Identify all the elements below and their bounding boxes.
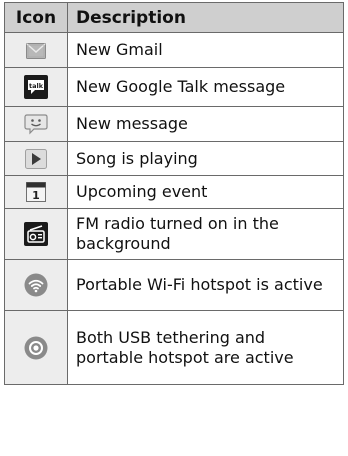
status-icons-table: Icon Description New Gmail talk New Goog… xyxy=(4,2,344,385)
usb-tether-icon xyxy=(24,336,48,360)
talk-icon-label: talk xyxy=(29,82,44,90)
table-row: New Gmail xyxy=(4,32,344,68)
calendar-icon-day: 1 xyxy=(32,189,40,202)
talk-bubble-icon: talk xyxy=(24,75,48,99)
table-row: Song is playing xyxy=(4,141,344,176)
row-description: Portable Wi-Fi hotspot is active xyxy=(67,259,344,311)
gmail-envelope-icon xyxy=(26,43,46,59)
play-icon xyxy=(25,148,47,169)
table-row: Portable Wi-Fi hotspot is active xyxy=(4,259,344,311)
row-description: New Google Talk message xyxy=(67,67,344,107)
radio-icon xyxy=(24,222,48,246)
table-row: Both USB tethering and portable hotspot … xyxy=(4,310,344,385)
row-description: FM radio turned on in the background xyxy=(67,208,344,260)
header-row: Icon Description xyxy=(4,2,344,33)
row-description: New message xyxy=(67,106,344,142)
table-row: 1 Upcoming event xyxy=(4,175,344,209)
wifi-hotspot-icon xyxy=(24,273,48,297)
row-description: Upcoming event xyxy=(67,175,344,209)
table-row: FM radio turned on in the background xyxy=(4,208,344,260)
header-description: Description xyxy=(67,2,344,33)
calendar-icon: 1 xyxy=(26,182,46,203)
row-description: New Gmail xyxy=(67,32,344,68)
header-icon: Icon xyxy=(4,2,68,33)
row-description: Both USB tethering and portable hotspot … xyxy=(67,310,344,385)
table-row: talk New Google Talk message xyxy=(4,67,344,107)
row-description: Song is playing xyxy=(67,141,344,176)
table-row: New message xyxy=(4,106,344,142)
smiley-message-icon xyxy=(24,113,48,135)
